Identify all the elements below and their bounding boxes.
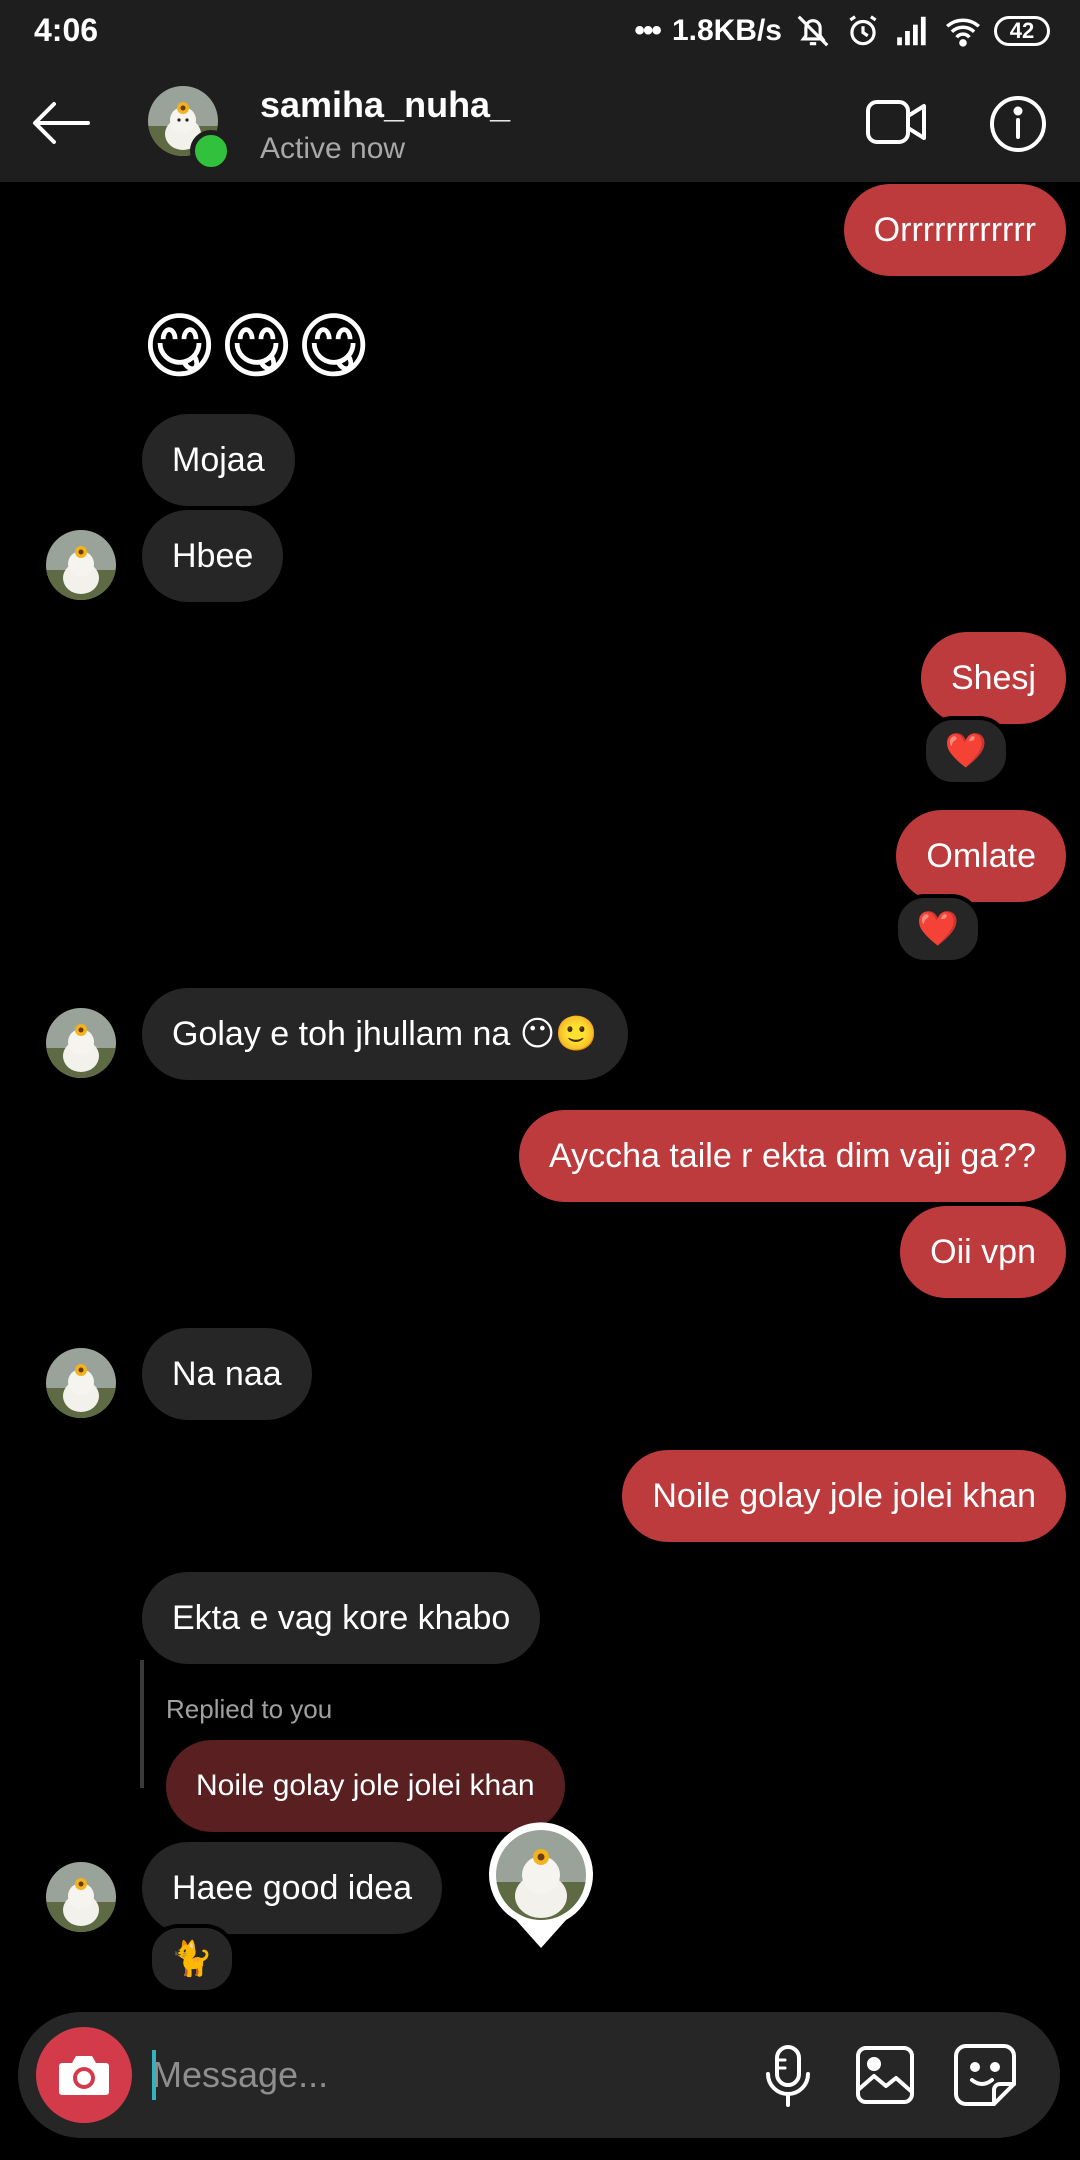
microphone-icon[interactable] — [758, 2044, 818, 2108]
emoji-message[interactable]: 😋😋😋 — [142, 304, 373, 388]
message-bubble-outgoing[interactable]: Shesj — [920, 632, 1066, 724]
battery-icon: 42 — [994, 16, 1050, 46]
gallery-icon[interactable] — [854, 2044, 916, 2106]
message-bubble-incoming[interactable]: Golay e toh jhullam na 😶🙂 — [142, 988, 628, 1080]
chat-header: samiha_nuha_ Active now — [0, 62, 1080, 182]
message-bubble-outgoing[interactable]: Omlate — [896, 810, 1066, 902]
message-bubble-incoming[interactable]: Mojaa — [142, 414, 295, 506]
reply-indicator-bar — [140, 1660, 144, 1788]
seen-avatar-icon — [489, 1822, 593, 1948]
dots-icon: ••• — [634, 14, 661, 47]
dog-avatar-image — [46, 1008, 116, 1078]
sender-avatar[interactable] — [46, 1348, 116, 1418]
status-bar: 4:06 ••• 1.8KB/s 42 — [0, 0, 1080, 62]
back-arrow-icon[interactable] — [28, 90, 94, 156]
message-bubble-incoming[interactable]: Hbee — [142, 510, 284, 602]
signal-icon — [897, 16, 926, 46]
message-bubble-outgoing[interactable]: Ayccha taile r ekta dim vaji ga?? — [519, 1110, 1066, 1202]
video-call-icon[interactable] — [864, 92, 930, 152]
message-bubble-outgoing[interactable]: Oii vpn — [900, 1206, 1066, 1298]
sender-avatar[interactable] — [46, 1008, 116, 1078]
dog-avatar-image — [46, 1862, 116, 1932]
message-bubble-incoming[interactable]: Na naa — [142, 1328, 312, 1420]
status-icons: ••• 1.8KB/s 42 — [634, 10, 1050, 52]
heart-reaction[interactable]: ❤️ — [894, 894, 982, 964]
dog-avatar-image — [46, 1348, 116, 1418]
network-speed: 1.8KB/s — [671, 14, 782, 47]
camera-button[interactable] — [36, 2027, 132, 2123]
alarm-icon — [849, 15, 877, 46]
message-thread[interactable]: Orrrrrrrrrrrr 😋😋😋 Mojaa Hbee Shesj ❤️ Om… — [0, 182, 1080, 2002]
online-status-dot — [190, 130, 232, 172]
status-time: 4:06 — [34, 12, 99, 48]
message-input[interactable] — [150, 2042, 714, 2108]
cat-reaction[interactable]: 🐈 — [148, 1924, 236, 1994]
quoted-message[interactable]: Noile golay jole jolei khan — [166, 1740, 565, 1832]
sender-avatar[interactable] — [46, 530, 116, 600]
message-bubble-outgoing[interactable]: Noile golay jole jolei khan — [622, 1450, 1066, 1542]
message-composer — [18, 2012, 1060, 2138]
mute-icon — [797, 15, 829, 47]
chat-username[interactable]: samiha_nuha_ — [260, 84, 510, 126]
sticker-icon[interactable] — [952, 2042, 1018, 2108]
replied-to-you-label: Replied to you — [166, 1694, 333, 1724]
active-status: Active now — [260, 132, 406, 165]
sender-avatar[interactable] — [46, 1862, 116, 1932]
heart-reaction[interactable]: ❤️ — [922, 716, 1010, 786]
message-bubble-incoming[interactable]: Haee good idea — [142, 1842, 443, 1934]
message-bubble-outgoing[interactable]: Orrrrrrrrrrrr — [843, 184, 1066, 276]
info-icon[interactable] — [988, 94, 1048, 154]
wifi-icon — [946, 18, 980, 47]
dog-avatar-image — [46, 530, 116, 600]
camera-icon — [59, 2056, 109, 2095]
message-bubble-incoming[interactable]: Ekta e vag kore khabo — [142, 1572, 541, 1664]
